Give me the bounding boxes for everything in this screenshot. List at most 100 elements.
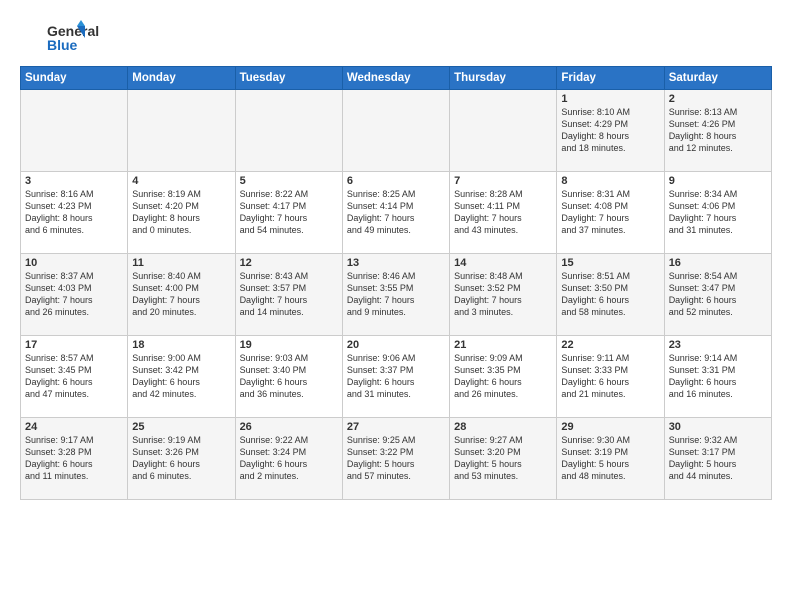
calendar-cell: 13Sunrise: 8:46 AM Sunset: 3:55 PM Dayli…	[342, 254, 449, 336]
calendar-cell: 28Sunrise: 9:27 AM Sunset: 3:20 PM Dayli…	[450, 418, 557, 500]
day-number: 12	[240, 257, 338, 269]
calendar-page: General Blue SundayMondayTuesdayWednesda…	[0, 0, 792, 612]
day-number: 3	[25, 175, 123, 187]
calendar-cell: 14Sunrise: 8:48 AM Sunset: 3:52 PM Dayli…	[450, 254, 557, 336]
day-number: 25	[132, 421, 230, 433]
day-number: 2	[669, 93, 767, 105]
day-number: 30	[669, 421, 767, 433]
cell-content: Sunrise: 9:19 AM Sunset: 3:26 PM Dayligh…	[132, 434, 230, 483]
day-number: 10	[25, 257, 123, 269]
cell-content: Sunrise: 8:43 AM Sunset: 3:57 PM Dayligh…	[240, 270, 338, 319]
calendar-cell: 17Sunrise: 8:57 AM Sunset: 3:45 PM Dayli…	[21, 336, 128, 418]
weekday-header-thursday: Thursday	[450, 67, 557, 90]
calendar-cell: 10Sunrise: 8:37 AM Sunset: 4:03 PM Dayli…	[21, 254, 128, 336]
day-number: 28	[454, 421, 552, 433]
weekday-header-monday: Monday	[128, 67, 235, 90]
cell-content: Sunrise: 8:25 AM Sunset: 4:14 PM Dayligh…	[347, 188, 445, 237]
cell-content: Sunrise: 9:09 AM Sunset: 3:35 PM Dayligh…	[454, 352, 552, 401]
calendar-cell: 6Sunrise: 8:25 AM Sunset: 4:14 PM Daylig…	[342, 172, 449, 254]
day-number: 26	[240, 421, 338, 433]
cell-content: Sunrise: 8:28 AM Sunset: 4:11 PM Dayligh…	[454, 188, 552, 237]
calendar-cell	[21, 90, 128, 172]
cell-content: Sunrise: 9:27 AM Sunset: 3:20 PM Dayligh…	[454, 434, 552, 483]
calendar-cell	[342, 90, 449, 172]
cell-content: Sunrise: 8:22 AM Sunset: 4:17 PM Dayligh…	[240, 188, 338, 237]
weekday-header-friday: Friday	[557, 67, 664, 90]
cell-content: Sunrise: 8:19 AM Sunset: 4:20 PM Dayligh…	[132, 188, 230, 237]
cell-content: Sunrise: 8:40 AM Sunset: 4:00 PM Dayligh…	[132, 270, 230, 319]
cell-content: Sunrise: 9:17 AM Sunset: 3:28 PM Dayligh…	[25, 434, 123, 483]
cell-content: Sunrise: 9:03 AM Sunset: 3:40 PM Dayligh…	[240, 352, 338, 401]
calendar-cell: 2Sunrise: 8:13 AM Sunset: 4:26 PM Daylig…	[664, 90, 771, 172]
day-number: 24	[25, 421, 123, 433]
calendar-table: SundayMondayTuesdayWednesdayThursdayFrid…	[20, 66, 772, 500]
day-number: 16	[669, 257, 767, 269]
calendar-cell: 27Sunrise: 9:25 AM Sunset: 3:22 PM Dayli…	[342, 418, 449, 500]
calendar-cell: 5Sunrise: 8:22 AM Sunset: 4:17 PM Daylig…	[235, 172, 342, 254]
cell-content: Sunrise: 8:13 AM Sunset: 4:26 PM Dayligh…	[669, 106, 767, 155]
calendar-cell: 25Sunrise: 9:19 AM Sunset: 3:26 PM Dayli…	[128, 418, 235, 500]
cell-content: Sunrise: 9:00 AM Sunset: 3:42 PM Dayligh…	[132, 352, 230, 401]
calendar-cell: 29Sunrise: 9:30 AM Sunset: 3:19 PM Dayli…	[557, 418, 664, 500]
calendar-cell: 3Sunrise: 8:16 AM Sunset: 4:23 PM Daylig…	[21, 172, 128, 254]
calendar-cell: 30Sunrise: 9:32 AM Sunset: 3:17 PM Dayli…	[664, 418, 771, 500]
day-number: 15	[561, 257, 659, 269]
cell-content: Sunrise: 8:37 AM Sunset: 4:03 PM Dayligh…	[25, 270, 123, 319]
calendar-cell	[235, 90, 342, 172]
calendar-week-row: 3Sunrise: 8:16 AM Sunset: 4:23 PM Daylig…	[21, 172, 772, 254]
cell-content: Sunrise: 9:11 AM Sunset: 3:33 PM Dayligh…	[561, 352, 659, 401]
cell-content: Sunrise: 8:34 AM Sunset: 4:06 PM Dayligh…	[669, 188, 767, 237]
calendar-cell: 12Sunrise: 8:43 AM Sunset: 3:57 PM Dayli…	[235, 254, 342, 336]
day-number: 23	[669, 339, 767, 351]
day-number: 29	[561, 421, 659, 433]
calendar-cell: 8Sunrise: 8:31 AM Sunset: 4:08 PM Daylig…	[557, 172, 664, 254]
day-number: 27	[347, 421, 445, 433]
cell-content: Sunrise: 9:30 AM Sunset: 3:19 PM Dayligh…	[561, 434, 659, 483]
cell-content: Sunrise: 8:51 AM Sunset: 3:50 PM Dayligh…	[561, 270, 659, 319]
cell-content: Sunrise: 9:32 AM Sunset: 3:17 PM Dayligh…	[669, 434, 767, 483]
header: General Blue	[20, 16, 772, 56]
cell-content: Sunrise: 8:10 AM Sunset: 4:29 PM Dayligh…	[561, 106, 659, 155]
day-number: 13	[347, 257, 445, 269]
logo: General Blue	[20, 16, 114, 56]
day-number: 7	[454, 175, 552, 187]
day-number: 5	[240, 175, 338, 187]
calendar-cell: 18Sunrise: 9:00 AM Sunset: 3:42 PM Dayli…	[128, 336, 235, 418]
calendar-cell: 19Sunrise: 9:03 AM Sunset: 3:40 PM Dayli…	[235, 336, 342, 418]
calendar-cell: 22Sunrise: 9:11 AM Sunset: 3:33 PM Dayli…	[557, 336, 664, 418]
calendar-week-row: 10Sunrise: 8:37 AM Sunset: 4:03 PM Dayli…	[21, 254, 772, 336]
day-number: 1	[561, 93, 659, 105]
cell-content: Sunrise: 8:57 AM Sunset: 3:45 PM Dayligh…	[25, 352, 123, 401]
calendar-cell: 11Sunrise: 8:40 AM Sunset: 4:00 PM Dayli…	[128, 254, 235, 336]
weekday-header-row: SundayMondayTuesdayWednesdayThursdayFrid…	[21, 67, 772, 90]
calendar-week-row: 1Sunrise: 8:10 AM Sunset: 4:29 PM Daylig…	[21, 90, 772, 172]
weekday-header-tuesday: Tuesday	[235, 67, 342, 90]
day-number: 11	[132, 257, 230, 269]
cell-content: Sunrise: 8:16 AM Sunset: 4:23 PM Dayligh…	[25, 188, 123, 237]
calendar-cell: 26Sunrise: 9:22 AM Sunset: 3:24 PM Dayli…	[235, 418, 342, 500]
calendar-cell: 16Sunrise: 8:54 AM Sunset: 3:47 PM Dayli…	[664, 254, 771, 336]
calendar-cell	[128, 90, 235, 172]
calendar-week-row: 17Sunrise: 8:57 AM Sunset: 3:45 PM Dayli…	[21, 336, 772, 418]
day-number: 6	[347, 175, 445, 187]
svg-text:Blue: Blue	[47, 37, 78, 53]
day-number: 8	[561, 175, 659, 187]
day-number: 19	[240, 339, 338, 351]
day-number: 14	[454, 257, 552, 269]
calendar-cell: 21Sunrise: 9:09 AM Sunset: 3:35 PM Dayli…	[450, 336, 557, 418]
cell-content: Sunrise: 9:14 AM Sunset: 3:31 PM Dayligh…	[669, 352, 767, 401]
weekday-header-sunday: Sunday	[21, 67, 128, 90]
day-number: 9	[669, 175, 767, 187]
calendar-cell: 23Sunrise: 9:14 AM Sunset: 3:31 PM Dayli…	[664, 336, 771, 418]
cell-content: Sunrise: 9:22 AM Sunset: 3:24 PM Dayligh…	[240, 434, 338, 483]
calendar-cell: 24Sunrise: 9:17 AM Sunset: 3:28 PM Dayli…	[21, 418, 128, 500]
calendar-cell: 1Sunrise: 8:10 AM Sunset: 4:29 PM Daylig…	[557, 90, 664, 172]
calendar-cell: 4Sunrise: 8:19 AM Sunset: 4:20 PM Daylig…	[128, 172, 235, 254]
cell-content: Sunrise: 9:25 AM Sunset: 3:22 PM Dayligh…	[347, 434, 445, 483]
calendar-cell: 7Sunrise: 8:28 AM Sunset: 4:11 PM Daylig…	[450, 172, 557, 254]
weekday-header-saturday: Saturday	[664, 67, 771, 90]
cell-content: Sunrise: 8:54 AM Sunset: 3:47 PM Dayligh…	[669, 270, 767, 319]
day-number: 4	[132, 175, 230, 187]
calendar-week-row: 24Sunrise: 9:17 AM Sunset: 3:28 PM Dayli…	[21, 418, 772, 500]
cell-content: Sunrise: 9:06 AM Sunset: 3:37 PM Dayligh…	[347, 352, 445, 401]
